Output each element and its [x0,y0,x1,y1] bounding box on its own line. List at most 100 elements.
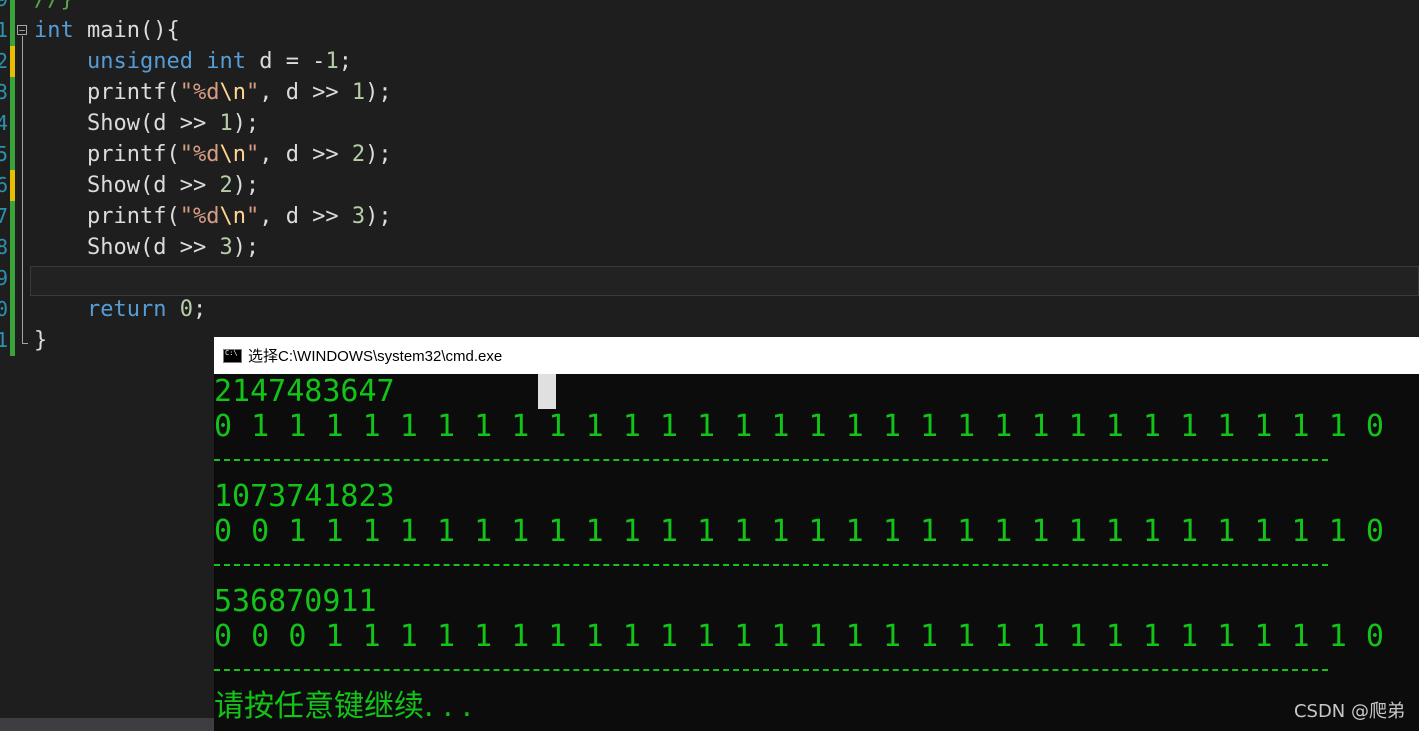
bit-digit: 1 [511,409,530,444]
console-window[interactable]: 选择C:\WINDOWS\system32\cmd.exe 2147483647… [214,337,1419,731]
bit-digit: 1 [436,409,455,444]
code-token: , d >> [259,80,352,105]
code-token: Show(d >> [34,111,220,136]
code-token: "%d [179,204,220,229]
console-titlebar[interactable]: 选择C:\WINDOWS\system32\cmd.exe [214,337,1419,374]
bit-digit: 0 [214,619,233,654]
bit-digit: 1 [1105,619,1124,654]
bit-digit: 1 [994,619,1013,654]
code-token: unsigned [86,49,193,74]
bit-digit: 1 [771,409,790,444]
bit-digit: 1 [845,409,864,444]
bit-digit: 1 [1105,514,1124,549]
bit-digit: 1 [474,409,493,444]
code-token: 1 [325,49,339,74]
line-number: 1 [0,18,8,42]
bit-digit: 1 [734,619,753,654]
text-cursor [538,374,556,409]
bit-digit: 1 [288,514,307,549]
bit-digit: 1 [734,514,753,549]
current-line-highlight [30,266,1419,296]
bit-digit: 1 [697,514,716,549]
bit-digit: 1 [399,514,418,549]
bit-digit: 1 [1180,514,1199,549]
line-number-gutter: 9 1 2 3 4 5 6 7 8 9 0 1 [0,0,10,360]
bit-digit: 1 [1180,619,1199,654]
line-number: 5 [0,142,8,166]
code-line: } [34,325,47,356]
code-token: 2 [219,173,233,198]
fold-range-end [22,343,28,344]
line-number: 6 [0,173,8,197]
bit-digit: 1 [1142,514,1161,549]
code-token: ); [232,111,260,136]
code-token: \n [219,204,246,229]
bit-digit: 1 [399,619,418,654]
code-token: ; [192,297,207,322]
csdn-watermark: CSDN @爬弟 [1293,701,1405,722]
code-line: unsigned int d = -1; [34,46,352,77]
bit-digit: 1 [1217,409,1236,444]
code-token: 3 [351,204,366,229]
code-token: printf( [34,204,180,229]
bit-digit: 0 [1365,514,1384,549]
bit-digit: 1 [808,409,827,444]
bit-digit: 1 [1328,409,1347,444]
bit-digit: 1 [362,409,381,444]
bit-digit: 1 [808,619,827,654]
bit-digit: 1 [1217,514,1236,549]
bit-digit: 1 [994,409,1013,444]
code-token: "%d [179,142,220,167]
bit-digit: 1 [622,514,641,549]
code-token: return [86,297,167,322]
horizontal-scrollbar[interactable] [0,718,214,731]
code-token: 1 [351,80,366,105]
bit-digit: 1 [1328,619,1347,654]
cmd-icon [223,348,242,363]
bit-digit: 1 [1031,514,1050,549]
code-token: " [245,80,260,105]
bit-digit: 1 [808,514,827,549]
bit-digit: 1 [771,619,790,654]
bit-digit: 1 [1068,514,1087,549]
code-token: ); [365,142,392,167]
bit-digit: 1 [1142,619,1161,654]
bit-digit: 1 [1217,619,1236,654]
code-token: d = - [245,49,326,74]
line-number: 2 [0,49,8,73]
bit-digit: 1 [1291,409,1310,444]
bit-pattern-row: 00011111111111111111111111111110 [214,619,1384,655]
bit-digit: 1 [659,619,678,654]
bit-digit: 1 [1254,409,1273,444]
bit-digit: 1 [957,514,976,549]
code-token: //} [34,0,74,12]
code-token: \n [219,142,246,167]
line-number: 9 [0,0,8,15]
code-token: " [245,204,260,229]
bit-digit: 1 [399,409,418,444]
code-token: "%d [179,80,220,105]
code-token: printf( [34,80,180,105]
bit-digit: 1 [1180,409,1199,444]
separator-line [214,564,1328,566]
bit-digit: 1 [436,619,455,654]
bit-digit: 1 [325,514,344,549]
bit-digit: 1 [697,409,716,444]
bit-digit: 0 [214,514,233,549]
bit-digit: 1 [882,514,901,549]
code-token: 0 [179,297,193,322]
bit-digit: 1 [1031,409,1050,444]
bit-digit: 1 [1031,619,1050,654]
bit-digit: 1 [622,409,641,444]
bit-digit: 0 [1365,409,1384,444]
bit-digit: 1 [251,409,270,444]
bit-digit: 1 [659,409,678,444]
bit-digit: 1 [919,619,939,654]
bit-digit: 1 [919,409,939,444]
collapse-toggle-icon[interactable]: − [17,25,27,36]
bit-digit: 1 [1291,619,1310,654]
bit-digit: 1 [325,409,344,444]
bit-digit: 1 [697,619,716,654]
